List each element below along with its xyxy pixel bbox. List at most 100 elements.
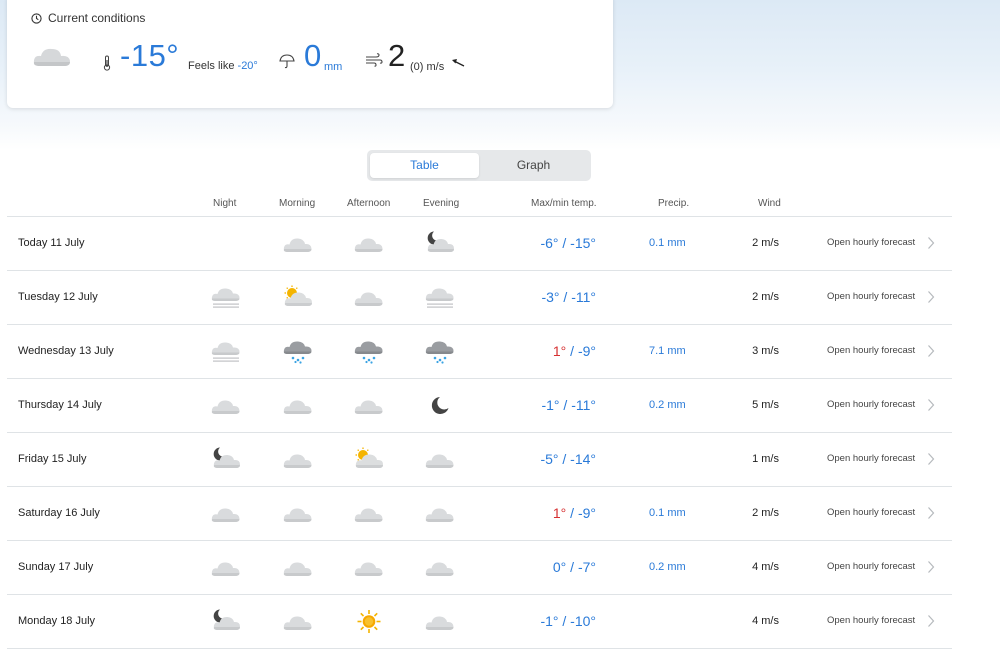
- cloud-icon: [33, 48, 70, 66]
- fog-cloud-icon: [425, 288, 454, 308]
- precip-value: 0.2 mm: [649, 399, 686, 411]
- open-hourly-forecast-link[interactable]: Open hourly forecast: [827, 507, 915, 518]
- open-hourly-forecast-link[interactable]: Open hourly forecast: [827, 399, 915, 410]
- day-label: Monday 18 July: [18, 615, 96, 627]
- table-row[interactable]: Wednesday 13 July 1° / -9° 7.1 mm 3 m/s Open…: [7, 325, 952, 379]
- open-hourly-forecast-link[interactable]: Open hourly forecast: [827, 453, 915, 464]
- min-temp: -10°: [570, 613, 596, 629]
- chevron-right-icon[interactable]: [927, 344, 935, 358]
- cloud-icon: [354, 562, 383, 576]
- max-temp: -3°: [541, 289, 560, 305]
- min-temp: -9°: [577, 343, 596, 359]
- chevron-right-icon[interactable]: [927, 290, 935, 304]
- current-conditions-title: Current conditions: [48, 11, 146, 25]
- min-temp: -11°: [571, 289, 596, 305]
- table-row[interactable]: Friday 15 July -5° / -14° 1 m/s Open hourly…: [7, 433, 952, 487]
- chevron-right-icon[interactable]: [927, 506, 935, 520]
- snow-cloud-icon: [283, 341, 312, 364]
- fog-cloud-icon: [211, 342, 240, 362]
- wind-value: 1 m/s: [752, 453, 779, 465]
- max-min-temp: -1° / -10°: [540, 613, 596, 629]
- cloud-icon: [283, 562, 312, 576]
- cloud-icon: [425, 508, 454, 522]
- table-row[interactable]: Tuesday 12 July -3° / -11° 2 m/s Open hourl…: [7, 271, 952, 325]
- table-row[interactable]: Saturday 16 July 1° / -9° 0.1 mm 2 m/s Open …: [7, 487, 952, 541]
- moon-cloud-icon: [213, 447, 240, 468]
- max-min-temp: -3° / -11°: [541, 289, 596, 305]
- max-temp: -1°: [541, 397, 560, 413]
- max-min-temp: 1° / -9°: [552, 505, 596, 521]
- wind-value: 2 m/s: [752, 237, 779, 249]
- day-label: Wednesday 13 July: [18, 345, 114, 357]
- cloud-icon: [283, 508, 312, 522]
- cloud-icon: [354, 238, 383, 252]
- sun-cloud-icon: [284, 285, 312, 306]
- max-min-temp: -6° / -15°: [540, 235, 596, 251]
- column-temp: Max/min temp.: [531, 198, 597, 209]
- cloud-icon: [425, 454, 454, 468]
- snow-cloud-icon: [354, 341, 383, 364]
- cloud-icon: [425, 562, 454, 576]
- chevron-right-icon[interactable]: [927, 398, 935, 412]
- column-evening: Evening: [423, 198, 460, 209]
- open-hourly-forecast-link[interactable]: Open hourly forecast: [827, 237, 915, 248]
- open-hourly-forecast-link[interactable]: Open hourly forecast: [827, 291, 915, 302]
- current-precip-unit: mm: [324, 61, 343, 73]
- min-temp: -11°: [571, 397, 596, 413]
- feels-like-label: Feels like: [188, 60, 235, 72]
- wind-value: 4 m/s: [752, 561, 779, 573]
- current-precip-value: 0: [304, 38, 322, 73]
- max-temp: -6°: [540, 235, 559, 251]
- max-min-temp: -1° / -11°: [541, 397, 596, 413]
- open-hourly-forecast-link[interactable]: Open hourly forecast: [827, 345, 915, 356]
- wind-value: 4 m/s: [752, 615, 779, 627]
- column-precip: Precip.: [658, 198, 690, 209]
- current-conditions-header: Current conditions: [31, 11, 145, 25]
- max-temp: -1°: [540, 613, 559, 629]
- open-hourly-forecast-link[interactable]: Open hourly forecast: [827, 615, 915, 626]
- tab-table[interactable]: Table: [370, 153, 479, 178]
- feels-like: Feels like -20°: [188, 60, 258, 72]
- tab-graph[interactable]: Graph: [479, 153, 588, 178]
- wind-direction-arrow-icon: [452, 59, 465, 67]
- table-row[interactable]: Today 11 July -6° / -15° 0.1 mm 2 m/s Open h…: [7, 217, 952, 271]
- max-min-temp: 1° / -9°: [552, 343, 596, 359]
- cloud-icon: [211, 562, 240, 576]
- day-label: Tuesday 12 July: [18, 291, 98, 303]
- current-wind-value: 2: [388, 38, 406, 73]
- cloud-icon: [283, 400, 312, 414]
- day-label: Today 11 July: [18, 237, 85, 249]
- table-row[interactable]: Thursday 14 July -1° / -11° 0.2 mm 5 m/s Ope…: [7, 379, 952, 433]
- max-temp: 1°: [552, 505, 567, 521]
- chevron-right-icon[interactable]: [927, 614, 935, 628]
- table-row[interactable]: Sunday 17 July 0° / -7° 0.2 mm 4 m/s Open ho…: [7, 541, 952, 595]
- column-morning: Morning: [279, 198, 316, 209]
- cloud-icon: [354, 292, 383, 306]
- moon-cloud-icon: [427, 231, 454, 252]
- current-conditions-card: Current conditions -15° Feels like -20° …: [7, 0, 613, 108]
- wind-value: 2 m/s: [752, 291, 779, 303]
- open-hourly-forecast-link[interactable]: Open hourly forecast: [827, 561, 915, 572]
- wind-icon: [366, 53, 383, 67]
- feels-like-value: -20°: [237, 60, 258, 72]
- day-label: Friday 15 July: [18, 453, 87, 465]
- min-temp: -15°: [570, 235, 596, 251]
- chevron-right-icon[interactable]: [927, 236, 935, 250]
- precip-value: 0.1 mm: [649, 237, 686, 249]
- min-temp: -7°: [577, 559, 596, 575]
- precip-value: 0.2 mm: [649, 561, 686, 573]
- table-row[interactable]: Monday 18 July -1° / -10° 4 m/s Open hourly…: [7, 595, 952, 649]
- thermometer-icon: [103, 55, 111, 71]
- precip-value: 7.1 mm: [649, 345, 686, 357]
- precip-value: 0.1 mm: [649, 507, 686, 519]
- day-label: Thursday 14 July: [18, 399, 102, 411]
- day-label: Sunday 17 July: [18, 561, 94, 573]
- cloud-icon: [283, 238, 312, 252]
- cloud-icon: [283, 454, 312, 468]
- wind-value: 5 m/s: [752, 399, 779, 411]
- max-min-temp: 0° / -7°: [552, 559, 596, 575]
- forecast-table-header: Night Morning Afternoon Evening Max/min …: [7, 192, 952, 217]
- current-temperature: -15°: [120, 38, 180, 73]
- chevron-right-icon[interactable]: [927, 560, 935, 574]
- chevron-right-icon[interactable]: [927, 452, 935, 466]
